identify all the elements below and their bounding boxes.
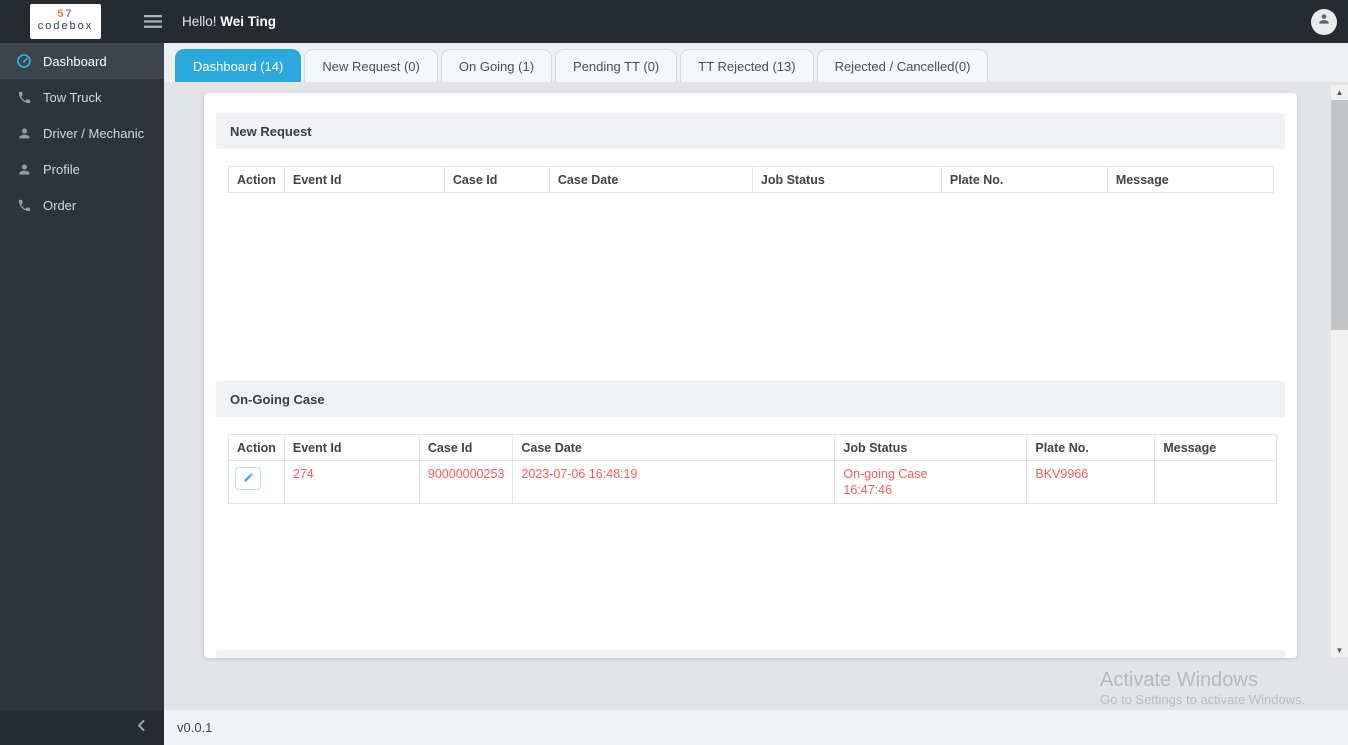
tab-label: New Request (0)	[322, 58, 420, 74]
hamburger-menu-icon[interactable]	[140, 11, 166, 32]
column-header-event-id: Event Id	[283, 166, 445, 193]
watermark-title: Activate Windows	[1100, 669, 1258, 691]
table-row: 274 90000000253 2023-07-06 16:48:19 On-g…	[228, 460, 1278, 504]
tab-label: On Going (1)	[458, 58, 535, 74]
column-header-plate-no: Plate No.	[940, 166, 1108, 193]
new-request-table: Action Event Id Case Id Case Date Job St…	[228, 166, 1274, 193]
sidebar-item-label: Driver / Mechanic	[43, 125, 145, 141]
sidebar-item-profile[interactable]: Profile	[0, 151, 164, 187]
vertical-scrollbar[interactable]: ▲ ▼	[1331, 85, 1348, 657]
dashboard-card: New Request Action Event Id Case Id Case…	[204, 93, 1297, 658]
column-header-case-date: Case Date	[548, 166, 753, 193]
person-icon	[1317, 12, 1331, 31]
app-version: v0.0.1	[177, 720, 213, 735]
column-header-message: Message	[1154, 434, 1278, 461]
phone-icon	[16, 89, 32, 105]
chevron-left-icon	[136, 719, 148, 737]
column-header-job-status: Job Status	[751, 166, 942, 193]
section-header-ongoing-case: On-Going Case	[216, 381, 1285, 417]
scrollbar-down-arrow-icon[interactable]: ▼	[1331, 643, 1348, 657]
logo-wordmark: codebox	[37, 20, 94, 33]
column-header-action: Action	[228, 434, 285, 461]
sidebar-collapse-button[interactable]	[0, 710, 164, 745]
watermark-subtitle: Go to Settings to activate Windows.	[1100, 692, 1306, 707]
section-title: On-Going Case	[230, 391, 325, 407]
job-status-cell: On-going Case 16:47:46	[834, 460, 1028, 504]
top-bar: 57 codebox Hello! Wei Ting	[0, 0, 1348, 43]
tab-label: Pending TT (0)	[573, 58, 660, 74]
tab-tt-rejected[interactable]: TT Rejected (13)	[680, 49, 814, 82]
column-header-action: Action	[228, 166, 285, 193]
job-status-line2: 16:47:46	[843, 483, 893, 497]
message-cell	[1154, 460, 1278, 504]
table-header-row: Action Event Id Case Id Case Date Job St…	[228, 166, 1274, 193]
tab-on-going[interactable]: On Going (1)	[440, 49, 553, 82]
person-icon	[16, 125, 32, 141]
tab-new-request[interactable]: New Request (0)	[304, 49, 438, 82]
activate-windows-watermark: Activate Windows Go to Settings to activ…	[1100, 669, 1305, 707]
tab-pending-tt[interactable]: Pending TT (0)	[555, 49, 678, 82]
ongoing-case-table: Action Event Id Case Id Case Date Job St…	[228, 434, 1278, 504]
tab-bar: Dashboard (14) New Request (0) On Going …	[164, 43, 1348, 82]
column-header-plate-no: Plate No.	[1026, 434, 1156, 461]
logo-57-mark: 57	[57, 8, 74, 21]
column-header-case-id: Case Id	[443, 166, 550, 193]
case-date-cell: 2023-07-06 16:48:19	[512, 460, 836, 504]
greeting-prefix: Hello!	[182, 14, 217, 29]
footer-bar: v0.0.1	[164, 710, 1348, 745]
section-header-clipped	[216, 650, 1285, 658]
main-area: Dashboard (14) New Request (0) On Going …	[164, 43, 1348, 745]
column-header-case-date: Case Date	[512, 434, 836, 461]
sidebar-item-dashboard[interactable]: Dashboard	[0, 43, 164, 79]
tab-rejected-cancelled[interactable]: Rejected / Cancelled(0)	[816, 49, 989, 82]
event-id-cell: 274	[283, 460, 420, 504]
user-avatar[interactable]	[1311, 8, 1337, 35]
column-header-message: Message	[1106, 166, 1274, 193]
greeting-text: Hello! Wei Ting	[182, 14, 276, 29]
user-name: Wei Ting	[220, 14, 277, 29]
phone-icon	[16, 197, 32, 213]
sidebar-item-label: Order	[43, 197, 77, 213]
section-title: New Request	[230, 123, 312, 139]
column-header-case-id: Case Id	[418, 434, 514, 461]
plate-no-cell: BKV9966	[1026, 460, 1156, 504]
scrollbar-thumb[interactable]	[1331, 100, 1348, 330]
job-status-line1: On-going Case	[843, 467, 928, 481]
sidebar-item-label: Tow Truck	[43, 89, 102, 105]
sidebar: Dashboard Tow Truck Driver / Mechanic Pr…	[0, 43, 164, 745]
sidebar-item-driver-mechanic[interactable]: Driver / Mechanic	[0, 115, 164, 151]
person-icon	[16, 161, 32, 177]
tab-label: TT Rejected (13)	[698, 58, 796, 74]
tab-dashboard[interactable]: Dashboard (14)	[175, 49, 302, 82]
tab-label: Dashboard (14)	[193, 58, 284, 74]
tab-label: Rejected / Cancelled(0)	[834, 58, 971, 74]
sidebar-item-tow-truck[interactable]: Tow Truck	[0, 79, 164, 115]
sidebar-item-order[interactable]: Order	[0, 187, 164, 223]
edit-case-button[interactable]	[235, 467, 261, 490]
app-logo: 57 codebox	[30, 4, 101, 39]
scrollbar-up-arrow-icon[interactable]: ▲	[1331, 85, 1348, 99]
case-id-cell: 90000000253	[418, 460, 514, 504]
sidebar-item-label: Dashboard	[43, 53, 107, 69]
action-cell	[228, 460, 285, 504]
table-header-row: Action Event Id Case Id Case Date Job St…	[228, 434, 1278, 461]
section-header-new-request: New Request	[216, 113, 1285, 149]
pencil-icon	[243, 471, 254, 486]
sidebar-item-label: Profile	[43, 161, 80, 177]
gauge-icon	[16, 53, 32, 69]
column-header-job-status: Job Status	[834, 434, 1028, 461]
column-header-event-id: Event Id	[283, 434, 420, 461]
dashboard-content: New Request Action Event Id Case Id Case…	[164, 82, 1348, 710]
